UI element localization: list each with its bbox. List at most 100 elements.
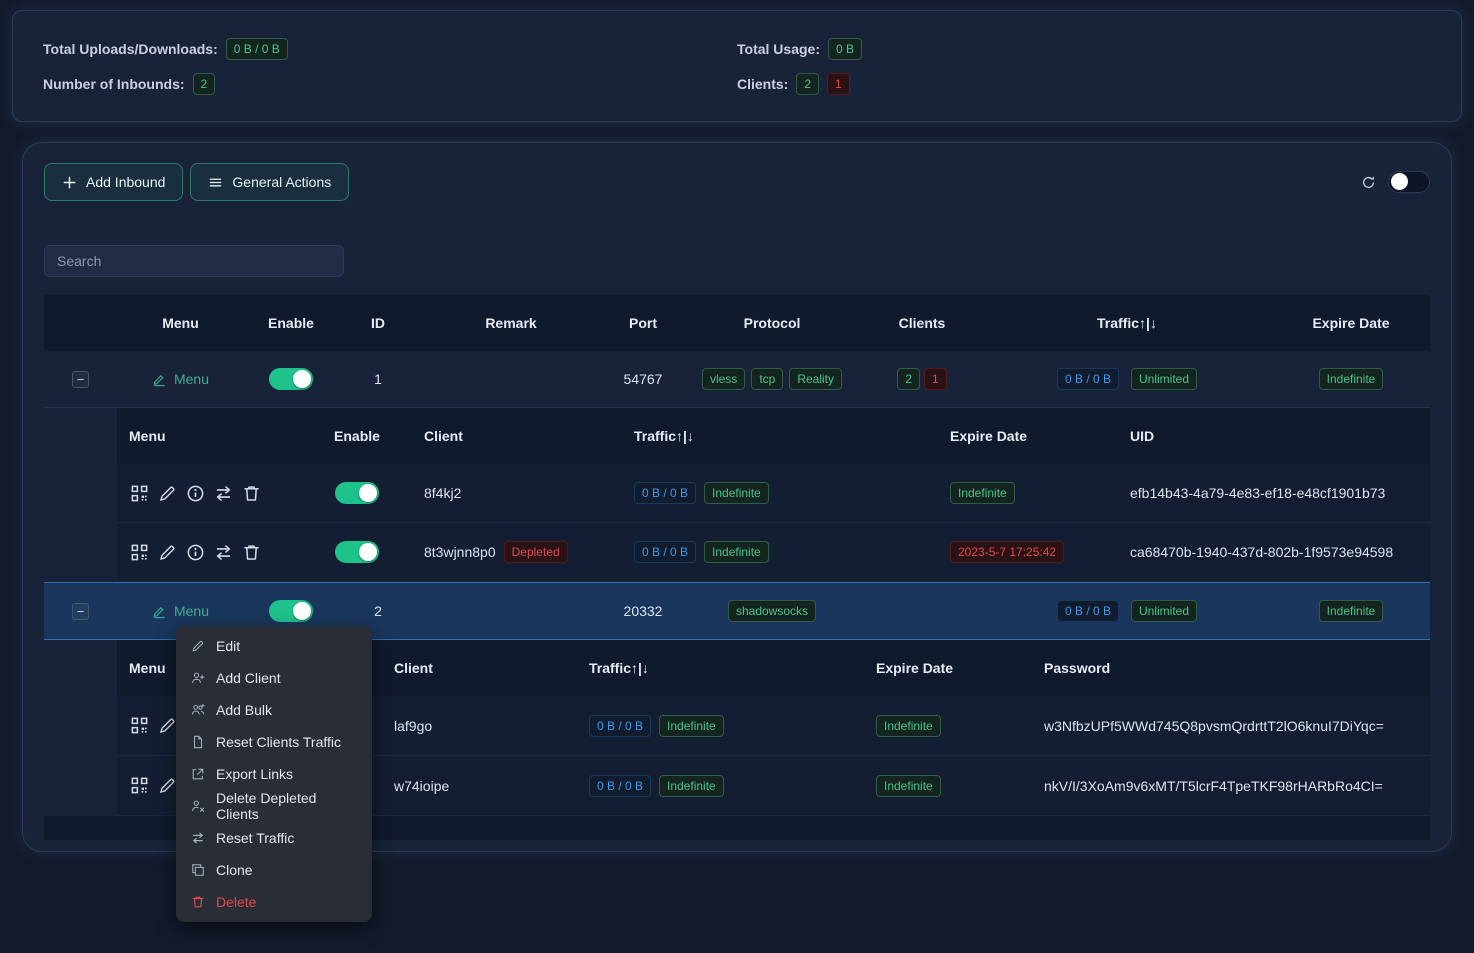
- qr-code-icon[interactable]: [130, 776, 149, 795]
- traffic-limit-badge: Indefinite: [659, 715, 724, 737]
- inbound-menu-label: Menu: [174, 371, 209, 387]
- expire-badge: 2023-5-7 17:25:42: [950, 541, 1064, 563]
- stat-label: Total Uploads/Downloads:: [43, 41, 218, 57]
- client-password: nkV/I/3XoAm9v6xMT/T5lcrF4TpeTKF98rHARbRo…: [1032, 778, 1430, 794]
- collapse-button[interactable]: −: [72, 603, 89, 620]
- traffic-badge: 0 B / 0 B: [1057, 368, 1119, 390]
- clients-depleted-badge: 1: [924, 368, 947, 390]
- info-icon[interactable]: [186, 484, 205, 503]
- menu-item-add-bulk[interactable]: Add Bulk: [176, 694, 372, 726]
- menu-item-delete-depleted-clients[interactable]: Delete Depleted Clients: [176, 790, 372, 822]
- col-header-client: Client: [412, 428, 622, 444]
- stat-total-usage: Total Usage: 0 B: [737, 38, 1431, 60]
- menu-item-clone[interactable]: Clone: [176, 854, 372, 886]
- qr-code-icon[interactable]: [130, 543, 149, 562]
- col-header-traffic[interactable]: Traffic↑|↓: [577, 660, 864, 676]
- col-header-port: Port: [604, 315, 682, 331]
- col-header-id: ID: [338, 315, 418, 331]
- menu-item-label: Reset Traffic: [216, 830, 294, 846]
- qr-code-icon[interactable]: [130, 716, 149, 735]
- menu-item-label: Add Bulk: [216, 702, 272, 718]
- toggle-knob: [293, 602, 311, 620]
- inbound-menu-label: Menu: [174, 603, 209, 619]
- inbound-menu-button[interactable]: Menu: [152, 603, 209, 619]
- traffic-badge: 0 B / 0 B: [589, 715, 651, 737]
- col-header-menu: Menu: [117, 428, 302, 444]
- collapse-button[interactable]: −: [72, 371, 89, 388]
- inbound-clients-count: 2 1: [862, 368, 982, 390]
- expire-badge: Indefinite: [876, 775, 941, 797]
- protocol-tag: tcp: [751, 368, 783, 390]
- stats-overview-card: Total Uploads/Downloads: 0 B / 0 B Numbe…: [12, 10, 1462, 122]
- clone-icon: [191, 863, 205, 877]
- client-row: 8f4kj2 0 B / 0 B Indefinite Indefinite e…: [117, 464, 1430, 523]
- protocol-tag: vless: [702, 368, 745, 390]
- search-input[interactable]: [44, 245, 344, 277]
- client-name: 8f4kj2: [412, 485, 622, 501]
- enable-toggle[interactable]: [335, 541, 379, 563]
- toolbar-right: [1361, 171, 1430, 193]
- col-header-uid: UID: [1118, 428, 1430, 444]
- menu-item-reset-traffic[interactable]: Reset Traffic: [176, 822, 372, 854]
- col-header-menu: Menu: [117, 315, 244, 331]
- inbound-menu-button[interactable]: Menu: [152, 371, 209, 387]
- edit-icon[interactable]: [158, 716, 177, 735]
- inbound-id: 1: [338, 371, 418, 387]
- client-table-header: Menu Enable Client Traffic↑|↓ Expire Dat…: [117, 408, 1430, 464]
- menu-item-reset-clients-traffic[interactable]: Reset Clients Traffic: [176, 726, 372, 758]
- client-traffic: 0 B / 0 B Indefinite: [577, 775, 864, 797]
- traffic-badge: 0 B / 0 B: [589, 775, 651, 797]
- client-password: w3NfbzUPf5WWd745Q8pvsmQrdrttT2lO6knuI7Di…: [1032, 718, 1430, 734]
- delete-icon[interactable]: [242, 484, 261, 503]
- inbound-row-1[interactable]: − Menu 1 54767 vless tcp Reality 2 1 0: [44, 351, 1430, 408]
- toggle-knob: [1391, 173, 1408, 190]
- expire-badge: Indefinite: [1319, 368, 1384, 390]
- refresh-icon[interactable]: [1361, 175, 1376, 190]
- client-actions: [117, 484, 302, 503]
- stat-label: Clients:: [737, 76, 788, 92]
- toggle-knob: [293, 370, 311, 388]
- inbound-port: 54767: [604, 371, 682, 387]
- edit-icon[interactable]: [158, 484, 177, 503]
- inbounds-panel: Add Inbound General Actions Menu Enable …: [22, 142, 1452, 852]
- reset-traffic-icon[interactable]: [214, 484, 233, 503]
- qr-code-icon[interactable]: [130, 484, 149, 503]
- plus-icon: [62, 175, 77, 190]
- stat-clients: Clients: 2 1: [737, 73, 1431, 95]
- menu-item-delete[interactable]: Delete: [176, 886, 372, 918]
- add-inbound-button[interactable]: Add Inbound: [44, 163, 183, 201]
- enable-toggle[interactable]: [335, 482, 379, 504]
- menu-item-label: Edit: [216, 638, 240, 654]
- edit-icon[interactable]: [158, 543, 177, 562]
- col-header-traffic[interactable]: Traffic↑|↓: [982, 315, 1272, 331]
- user-delete-icon: [191, 799, 205, 813]
- delete-icon[interactable]: [242, 543, 261, 562]
- total-usage-badge: 0 B: [828, 38, 862, 60]
- col-header-traffic[interactable]: Traffic↑|↓: [622, 428, 938, 444]
- general-actions-button[interactable]: General Actions: [190, 163, 349, 201]
- general-actions-label: General Actions: [232, 174, 331, 190]
- delete-icon: [191, 895, 205, 909]
- menu-item-edit[interactable]: Edit: [176, 630, 372, 662]
- client-name: laf9go: [382, 718, 577, 734]
- edit-icon: [152, 604, 167, 619]
- stat-total-uploads-downloads: Total Uploads/Downloads: 0 B / 0 B: [43, 38, 737, 60]
- menu-item-add-client[interactable]: Add Client: [176, 662, 372, 694]
- inbound-traffic: 0 B / 0 B Unlimited: [982, 368, 1272, 390]
- enable-toggle[interactable]: [269, 368, 313, 390]
- menu-item-label: Delete: [216, 894, 256, 910]
- auto-refresh-toggle[interactable]: [1388, 171, 1430, 193]
- enable-toggle[interactable]: [269, 600, 313, 622]
- info-icon[interactable]: [186, 543, 205, 562]
- menu-item-label: Clone: [216, 862, 253, 878]
- expire-badge: Indefinite: [1319, 600, 1384, 622]
- menu-item-export-links[interactable]: Export Links: [176, 758, 372, 790]
- menu-item-label: Add Client: [216, 670, 281, 686]
- col-header-enable: Enable: [302, 428, 412, 444]
- edit-icon[interactable]: [158, 776, 177, 795]
- client-actions: [117, 543, 302, 562]
- inbounds-count-badge: 2: [193, 73, 216, 95]
- toggle-knob: [359, 543, 377, 561]
- edit-icon: [152, 372, 167, 387]
- reset-traffic-icon[interactable]: [214, 543, 233, 562]
